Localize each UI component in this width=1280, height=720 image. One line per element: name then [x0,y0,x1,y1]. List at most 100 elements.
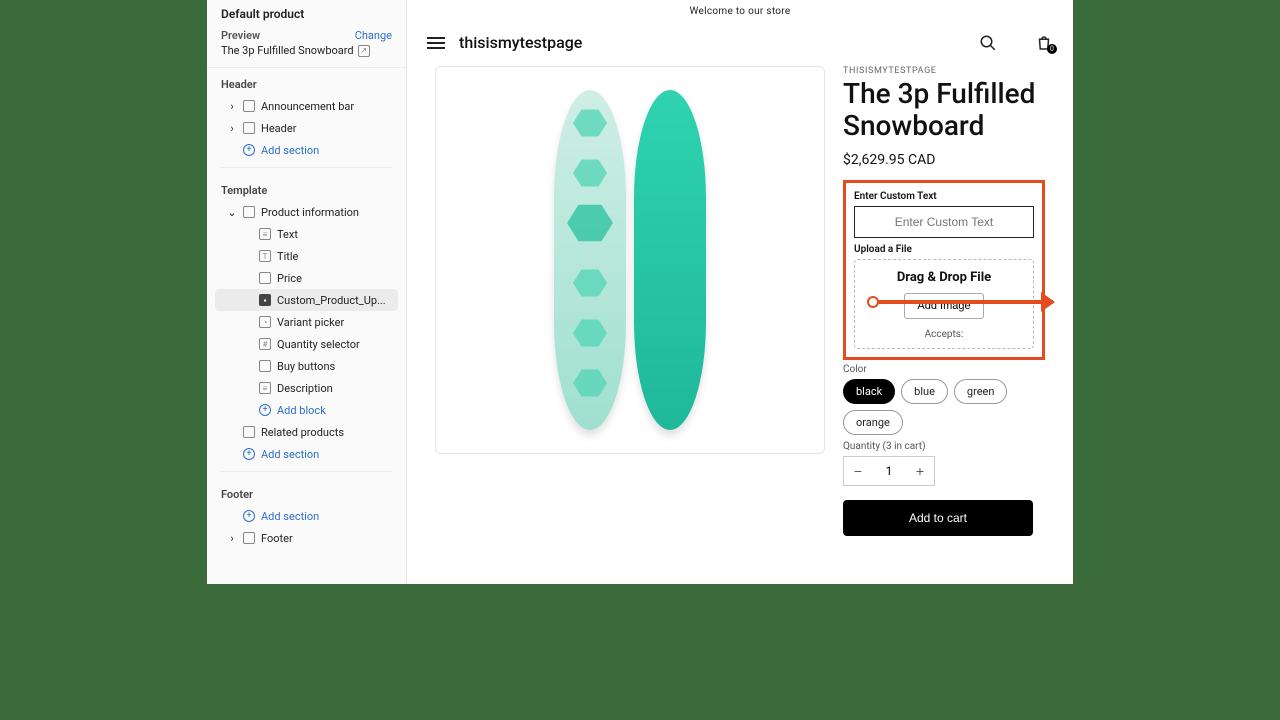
plus-circle-icon: + [243,448,255,460]
cart-icon[interactable]: 0 [1035,34,1053,52]
announcement-bar: Welcome to our store [407,0,1073,23]
sidebar-item-label: Footer [261,532,293,545]
quantity-label: Quantity (3 in cart) [843,441,1045,452]
custom-block-highlight: Enter Custom Text Upload a File Drag & D… [843,180,1045,360]
block-variant-picker[interactable]: ◔ Variant picker [215,311,398,333]
store-name[interactable]: thisismytestpage [459,33,582,52]
divider [221,471,392,472]
chevron-down-icon: ⌄ [227,207,237,217]
header-section-title: Header [207,68,406,95]
sidebar-item-related-products[interactable]: Related products [213,421,400,443]
variant-icon: ◔ [259,316,271,328]
color-label: Color [843,364,1045,375]
vendor-name: THISISMYTESTPAGE [843,66,1045,76]
sidebar-item-label: Product information [261,206,359,219]
sidebar-item-header[interactable]: › Header [213,117,400,139]
section-icon [243,532,255,544]
dropzone-accepts: Accepts: [861,329,1027,340]
block-label: Custom_Product_Up... [277,294,386,307]
theme-sidebar: Default product Preview Change The 3p Fu… [207,0,407,584]
add-to-cart-button[interactable]: Add to cart [843,500,1033,536]
app-block-icon: ▪ [259,294,271,306]
block-label: Buy buttons [277,360,335,373]
preview-block: Preview Change The 3p Fulfilled Snowboar… [207,25,406,68]
store-header: thisismytestpage 0 [407,23,1073,66]
swatch-orange[interactable]: orange [843,410,903,435]
color-swatches: black blue green orange [843,379,1045,435]
block-label: Price [277,272,302,285]
product-image[interactable] [435,66,825,454]
block-label: Quantity selector [277,338,360,351]
block-buy-buttons[interactable]: Buy buttons [215,355,398,377]
swatch-black[interactable]: black [843,379,895,404]
block-quantity-selector[interactable]: # Quantity selector [215,333,398,355]
sidebar-item-footer[interactable]: › Footer [213,527,400,549]
snowboard-front-graphic [554,90,626,430]
add-block[interactable]: +Add block [215,399,398,421]
buy-icon [259,360,271,372]
add-section-label: Add section [261,510,319,523]
footer-section-title: Footer [207,478,406,505]
chevron-right-icon: › [227,533,237,543]
sidebar-item-label: Header [261,122,296,135]
block-description[interactable]: ≡ Description [215,377,398,399]
upload-file-label: Upload a File [854,244,1034,255]
snowboard-back-graphic [634,90,706,430]
add-section-label: Add section [261,448,319,461]
custom-text-label: Enter Custom Text [854,191,1034,202]
add-section-label: Add section [261,144,319,157]
qty-value: 1 [872,464,906,478]
section-icon [243,426,255,438]
menu-icon[interactable] [427,37,445,49]
block-label: Description [277,382,333,395]
search-icon[interactable] [979,34,997,52]
block-label: Title [277,250,298,263]
block-label: Variant picker [277,316,344,329]
qty-decrease-button[interactable]: − [844,457,872,485]
external-link-icon[interactable]: ↗ [358,45,370,57]
add-section-template[interactable]: + Add section [213,443,400,465]
section-icon [243,100,255,112]
dropzone-title: Drag & Drop File [861,270,1027,285]
cart-count-badge: 0 [1047,44,1057,54]
plus-circle-icon: + [243,510,255,522]
file-dropzone[interactable]: Drag & Drop File Add Image Accepts: [854,259,1034,349]
text-icon: ≡ [259,228,271,240]
quantity-icon: # [259,338,271,350]
editor-frame: Default product Preview Change The 3p Fu… [207,0,1073,584]
description-icon: ≡ [259,382,271,394]
change-link[interactable]: Change [355,29,392,42]
sidebar-item-label: Related products [261,426,344,439]
preview-product-name: The 3p Fulfilled Snowboard [221,44,354,57]
sidebar-item-announcement-bar[interactable]: › Announcement bar [213,95,400,117]
product-price: $2,629.95 CAD [843,152,1045,168]
sidebar-item-label: Announcement bar [261,100,354,113]
default-product-heading: Default product [207,0,406,25]
template-section-title: Template [207,174,406,201]
qty-increase-button[interactable]: + [906,457,934,485]
price-icon [259,272,271,284]
section-icon [243,206,255,218]
plus-circle-icon: + [259,404,271,416]
add-image-button[interactable]: Add Image [904,293,983,319]
plus-circle-icon: + [243,144,255,156]
block-text[interactable]: ≡ Text [215,223,398,245]
sidebar-item-product-information[interactable]: ⌄ Product information [213,201,400,223]
section-icon [243,122,255,134]
chevron-right-icon: › [227,123,237,133]
block-price[interactable]: Price [215,267,398,289]
quantity-stepper: − 1 + [843,456,935,486]
swatch-green[interactable]: green [954,379,1008,404]
swatch-blue[interactable]: blue [901,379,948,404]
add-section-header[interactable]: + Add section [213,139,400,161]
preview-label: Preview [221,29,260,42]
add-section-footer[interactable]: + Add section [213,505,400,527]
divider [221,167,392,168]
custom-text-input[interactable] [854,206,1034,238]
block-label: Text [277,228,298,241]
block-title[interactable]: TTitle [215,245,398,267]
block-custom-product-upload[interactable]: ▪ Custom_Product_Up... [215,289,398,311]
storefront-preview: Welcome to our store thisismytestpage 0 [407,0,1073,584]
chevron-right-icon: › [227,101,237,111]
annotation-arrow-icon [877,300,1053,304]
